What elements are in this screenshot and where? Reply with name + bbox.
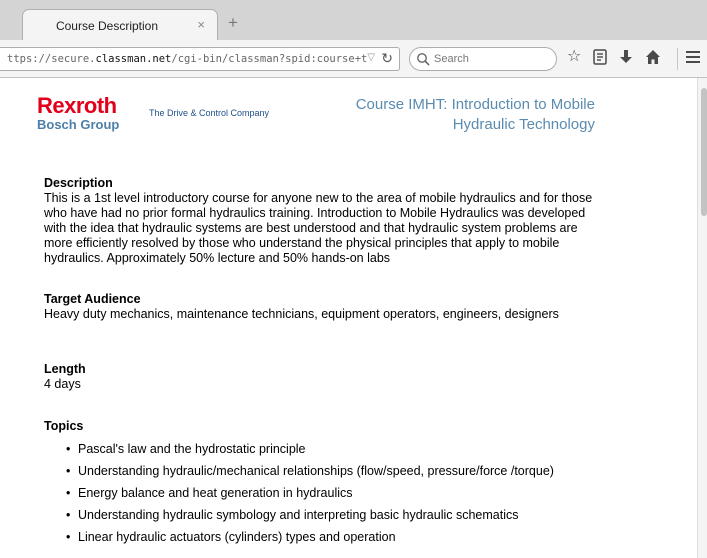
list-item: Linear hydraulic actuators (cylinders) t… [66, 530, 606, 545]
audience-heading: Target Audience [44, 292, 141, 306]
rexroth-logo: Rexroth Bosch Group [37, 95, 119, 133]
scrollbar-thumb[interactable] [701, 88, 707, 216]
logo-bosch-text: Bosch Group [37, 117, 120, 132]
reading-list-icon[interactable] [593, 49, 607, 65]
list-item: Pascal's law and the hydrostatic princip… [66, 442, 606, 457]
menu-icon[interactable] [686, 51, 700, 63]
address-bar[interactable]: ttps://secure.classman.net/cgi-bin/class… [0, 47, 400, 71]
length-heading: Length [44, 362, 86, 376]
description-text: This is a 1st level introductory course … [44, 191, 593, 265]
tab-strip: Course Description × + [0, 0, 707, 41]
description-heading: Description [44, 176, 113, 190]
download-icon[interactable] [619, 49, 633, 65]
description-section: Description This is a 1st level introduc… [44, 176, 600, 266]
toolbar-separator [677, 48, 678, 70]
search-placeholder: Search [434, 53, 469, 65]
url-domain: classman.net [95, 53, 172, 65]
search-icon [417, 53, 430, 66]
length-text: 4 days [44, 377, 81, 391]
topics-heading: Topics [44, 419, 84, 433]
list-item: Understanding hydraulic/mechanical relat… [66, 464, 606, 479]
course-title-line2: Hydraulic Technology [452, 116, 595, 133]
audience-text: Heavy duty mechanics, maintenance techni… [44, 307, 559, 321]
close-tab-icon[interactable]: × [197, 17, 205, 32]
course-title-line1: Course IMHT: Introduction to Mobile [355, 96, 595, 113]
logo-rexroth-text: Rexroth [37, 93, 117, 118]
tab-course-description[interactable]: Course Description × [22, 9, 218, 40]
page-scrollbar[interactable] [697, 78, 707, 558]
page-content: Rexroth Bosch Group The Drive & Control … [0, 78, 697, 558]
home-icon[interactable] [645, 49, 661, 65]
url-path: /cgi-bin/classman?spid:course+tpid:c​ [171, 53, 367, 65]
new-tab-icon[interactable]: + [228, 13, 238, 33]
topics-list: Pascal's law and the hydrostatic princip… [66, 442, 606, 552]
reload-icon[interactable]: ↻ [381, 50, 393, 67]
audience-section: Target Audience Heavy duty mechanics, ma… [44, 292, 600, 322]
list-item: Understanding hydraulic symbology and in… [66, 508, 606, 523]
list-item: Energy balance and heat generation in hy… [66, 486, 606, 501]
topics-section: Topics [44, 419, 600, 434]
url-prefix: ttps://secure. [7, 53, 96, 65]
length-section: Length 4 days [44, 362, 600, 392]
search-bar[interactable]: Search [409, 47, 557, 71]
browser-window: Course Description × + ttps://secure.cla… [0, 0, 707, 558]
company-tagline: The Drive & Control Company [149, 108, 270, 118]
url-text: ttps://secure.classman.net/cgi-bin/class… [7, 53, 367, 65]
course-title: Course IMHT: Introduction to Mobile Hydr… [356, 95, 595, 135]
tab-title: Course Description [55, 19, 159, 33]
url-history-dropdown-icon[interactable]: ▽ [367, 52, 375, 63]
bookmark-star-icon[interactable]: ☆ [567, 47, 581, 67]
